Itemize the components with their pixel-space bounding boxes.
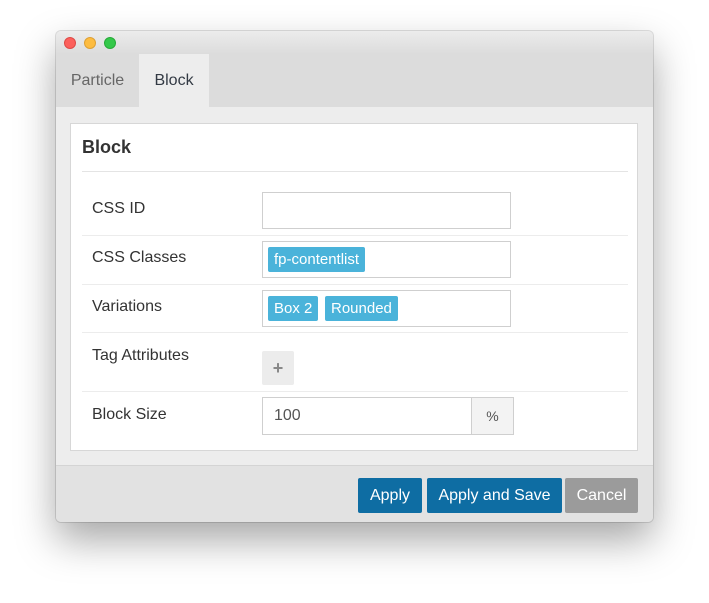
tag-attributes-label: Tag Attributes xyxy=(92,347,189,364)
block-size-input[interactable]: 100 xyxy=(262,397,472,435)
css-classes-input[interactable]: fp-contentlist xyxy=(262,241,511,278)
minimize-window-icon[interactable] xyxy=(84,37,96,49)
tab-block[interactable]: Block xyxy=(139,54,209,107)
css-class-tag[interactable]: fp-contentlist xyxy=(268,247,366,272)
variations-input[interactable]: Box 2 Rounded xyxy=(262,290,511,327)
cancel-button[interactable]: Cancel xyxy=(565,478,638,513)
tab-bar: Particle Block xyxy=(56,54,653,107)
variation-tag-rounded[interactable]: Rounded xyxy=(325,296,398,321)
css-id-input[interactable] xyxy=(262,192,511,229)
divider xyxy=(82,235,628,236)
tab-particle[interactable]: Particle xyxy=(56,54,139,107)
css-id-label: CSS ID xyxy=(92,200,146,217)
divider xyxy=(82,391,628,392)
percent-unit-addon: % xyxy=(471,397,514,435)
block-size-label: Block Size xyxy=(92,406,167,423)
block-settings-panel: Block CSS ID CSS Classes fp-contentlist … xyxy=(70,123,638,451)
zoom-window-icon[interactable] xyxy=(104,37,116,49)
modal-window: Particle Block Block CSS ID CSS Classes … xyxy=(56,31,653,522)
panel-title: Block xyxy=(82,137,132,157)
variation-tag-box2[interactable]: Box 2 xyxy=(268,296,319,321)
divider xyxy=(82,284,628,285)
title-bar xyxy=(56,31,653,54)
close-window-icon[interactable] xyxy=(64,37,76,49)
add-attribute-button[interactable]: + xyxy=(262,351,294,385)
css-classes-label: CSS Classes xyxy=(92,249,187,266)
variations-label: Variations xyxy=(92,298,162,315)
apply-button[interactable]: Apply xyxy=(358,478,422,513)
modal-footer: Apply Apply and Save Cancel xyxy=(56,465,653,522)
divider xyxy=(82,171,628,172)
divider xyxy=(82,332,628,333)
apply-and-save-button[interactable]: Apply and Save xyxy=(427,478,562,513)
